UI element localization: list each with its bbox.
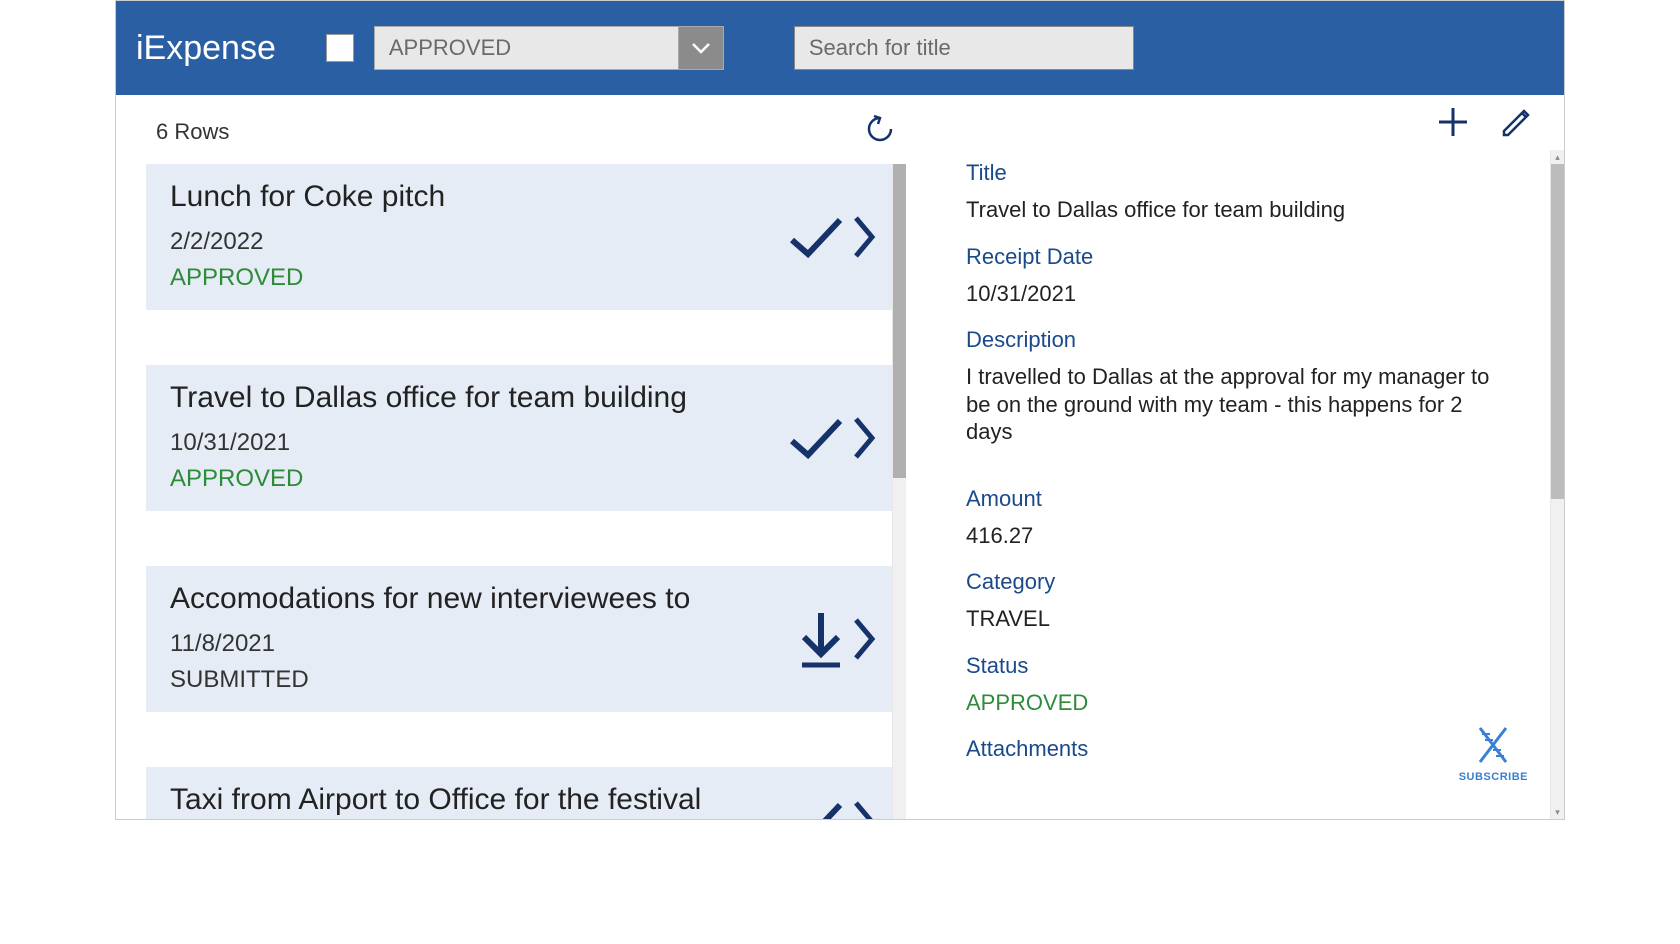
refresh-icon	[864, 113, 896, 145]
field-label-title: Title	[966, 160, 1510, 186]
app-window: iExpense APPROVED 6 Rows	[115, 0, 1565, 820]
list-panel: 6 Rows Lunch for Coke pitch 2/2/2022 APP…	[116, 95, 916, 819]
field-value-amount: 416.27	[966, 522, 1510, 550]
subscribe-label: SUBSCRIBE	[1459, 771, 1528, 783]
chevron-down-icon	[691, 41, 711, 55]
scrollbar-thumb[interactable]	[893, 164, 906, 478]
field-value-title: Travel to Dallas office for team buildin…	[966, 196, 1510, 224]
field-label-status: Status	[966, 653, 1510, 679]
rows-count-label: 6 Rows	[156, 119, 229, 145]
check-icon	[786, 797, 846, 819]
list-item-title: Accomodations for new interviewees to	[170, 582, 868, 616]
list-item-date: 11/8/2021	[170, 630, 868, 658]
plus-icon	[1436, 105, 1470, 139]
list-item-actions	[796, 609, 878, 669]
dna-icon	[1470, 722, 1516, 768]
filter-checkbox[interactable]	[326, 34, 354, 62]
field-value-description: I travelled to Dallas at the approval fo…	[966, 363, 1510, 446]
list-item-actions	[786, 212, 878, 262]
refresh-button[interactable]	[864, 113, 896, 150]
dropdown-toggle-button[interactable]	[679, 27, 723, 69]
expense-list: Lunch for Coke pitch 2/2/2022 APPROVED T…	[146, 164, 892, 819]
edit-button[interactable]	[1500, 105, 1534, 144]
scroll-down-arrow-icon[interactable]: ▾	[1551, 805, 1564, 819]
list-item[interactable]: Taxi from Airport to Office for the fest…	[146, 767, 892, 819]
list-item-date: 2/2/2022	[170, 228, 868, 256]
field-label-attachments: Attachments	[966, 736, 1510, 762]
list-item-status: APPROVED	[170, 264, 868, 292]
field-label-receipt-date: Receipt Date	[966, 244, 1510, 270]
list-item-status: APPROVED	[170, 465, 868, 493]
list-item-actions	[786, 797, 878, 819]
list-item-title: Taxi from Airport to Office for the fest…	[170, 783, 868, 817]
app-header: iExpense APPROVED	[116, 1, 1564, 95]
download-icon	[796, 609, 846, 669]
chevron-right-icon[interactable]	[852, 413, 878, 463]
list-item-date: 10/31/2021	[170, 429, 868, 457]
field-value-status: APPROVED	[966, 689, 1510, 717]
list-scrollbar[interactable]: ▴ ▾	[892, 164, 906, 819]
detail-toolbar	[916, 105, 1564, 144]
field-value-receipt-date: 10/31/2021	[966, 280, 1510, 308]
scroll-up-arrow-icon[interactable]: ▴	[1551, 150, 1564, 164]
detail-scrollbar[interactable]: ▴ ▾	[1550, 150, 1564, 819]
detail-body: Title Travel to Dallas office for team b…	[916, 150, 1550, 819]
add-button[interactable]	[1436, 105, 1470, 144]
check-icon	[786, 413, 846, 463]
field-value-category: TRAVEL	[966, 605, 1510, 633]
detail-panel: Title Travel to Dallas office for team b…	[916, 95, 1564, 819]
field-label-amount: Amount	[966, 486, 1510, 512]
detail-scroll-wrap: Title Travel to Dallas office for team b…	[916, 150, 1564, 819]
list-scroll-wrap: Lunch for Coke pitch 2/2/2022 APPROVED T…	[146, 164, 906, 819]
list-item-title: Lunch for Coke pitch	[170, 180, 868, 214]
subscribe-badge[interactable]: SUBSCRIBE	[1459, 722, 1528, 783]
chevron-right-icon[interactable]	[852, 212, 878, 262]
chevron-right-icon[interactable]	[852, 797, 878, 819]
field-label-description: Description	[966, 327, 1510, 353]
list-item[interactable]: Lunch for Coke pitch 2/2/2022 APPROVED	[146, 164, 892, 310]
list-item-actions	[786, 413, 878, 463]
status-filter-dropdown[interactable]: APPROVED	[374, 26, 724, 70]
status-filter-value: APPROVED	[375, 27, 679, 69]
search-input[interactable]	[794, 26, 1134, 70]
chevron-right-icon[interactable]	[852, 614, 878, 664]
list-item[interactable]: Accomodations for new interviewees to 11…	[146, 566, 892, 712]
list-item-status: SUBMITTED	[170, 666, 868, 694]
pencil-icon	[1500, 105, 1534, 139]
list-toolbar: 6 Rows	[146, 113, 906, 150]
field-label-category: Category	[966, 569, 1510, 595]
scrollbar-thumb[interactable]	[1551, 164, 1564, 499]
check-icon	[786, 212, 846, 262]
app-title: iExpense	[136, 29, 276, 68]
content-area: 6 Rows Lunch for Coke pitch 2/2/2022 APP…	[116, 95, 1564, 819]
list-item-title: Travel to Dallas office for team buildin…	[170, 381, 868, 415]
list-item[interactable]: Travel to Dallas office for team buildin…	[146, 365, 892, 511]
